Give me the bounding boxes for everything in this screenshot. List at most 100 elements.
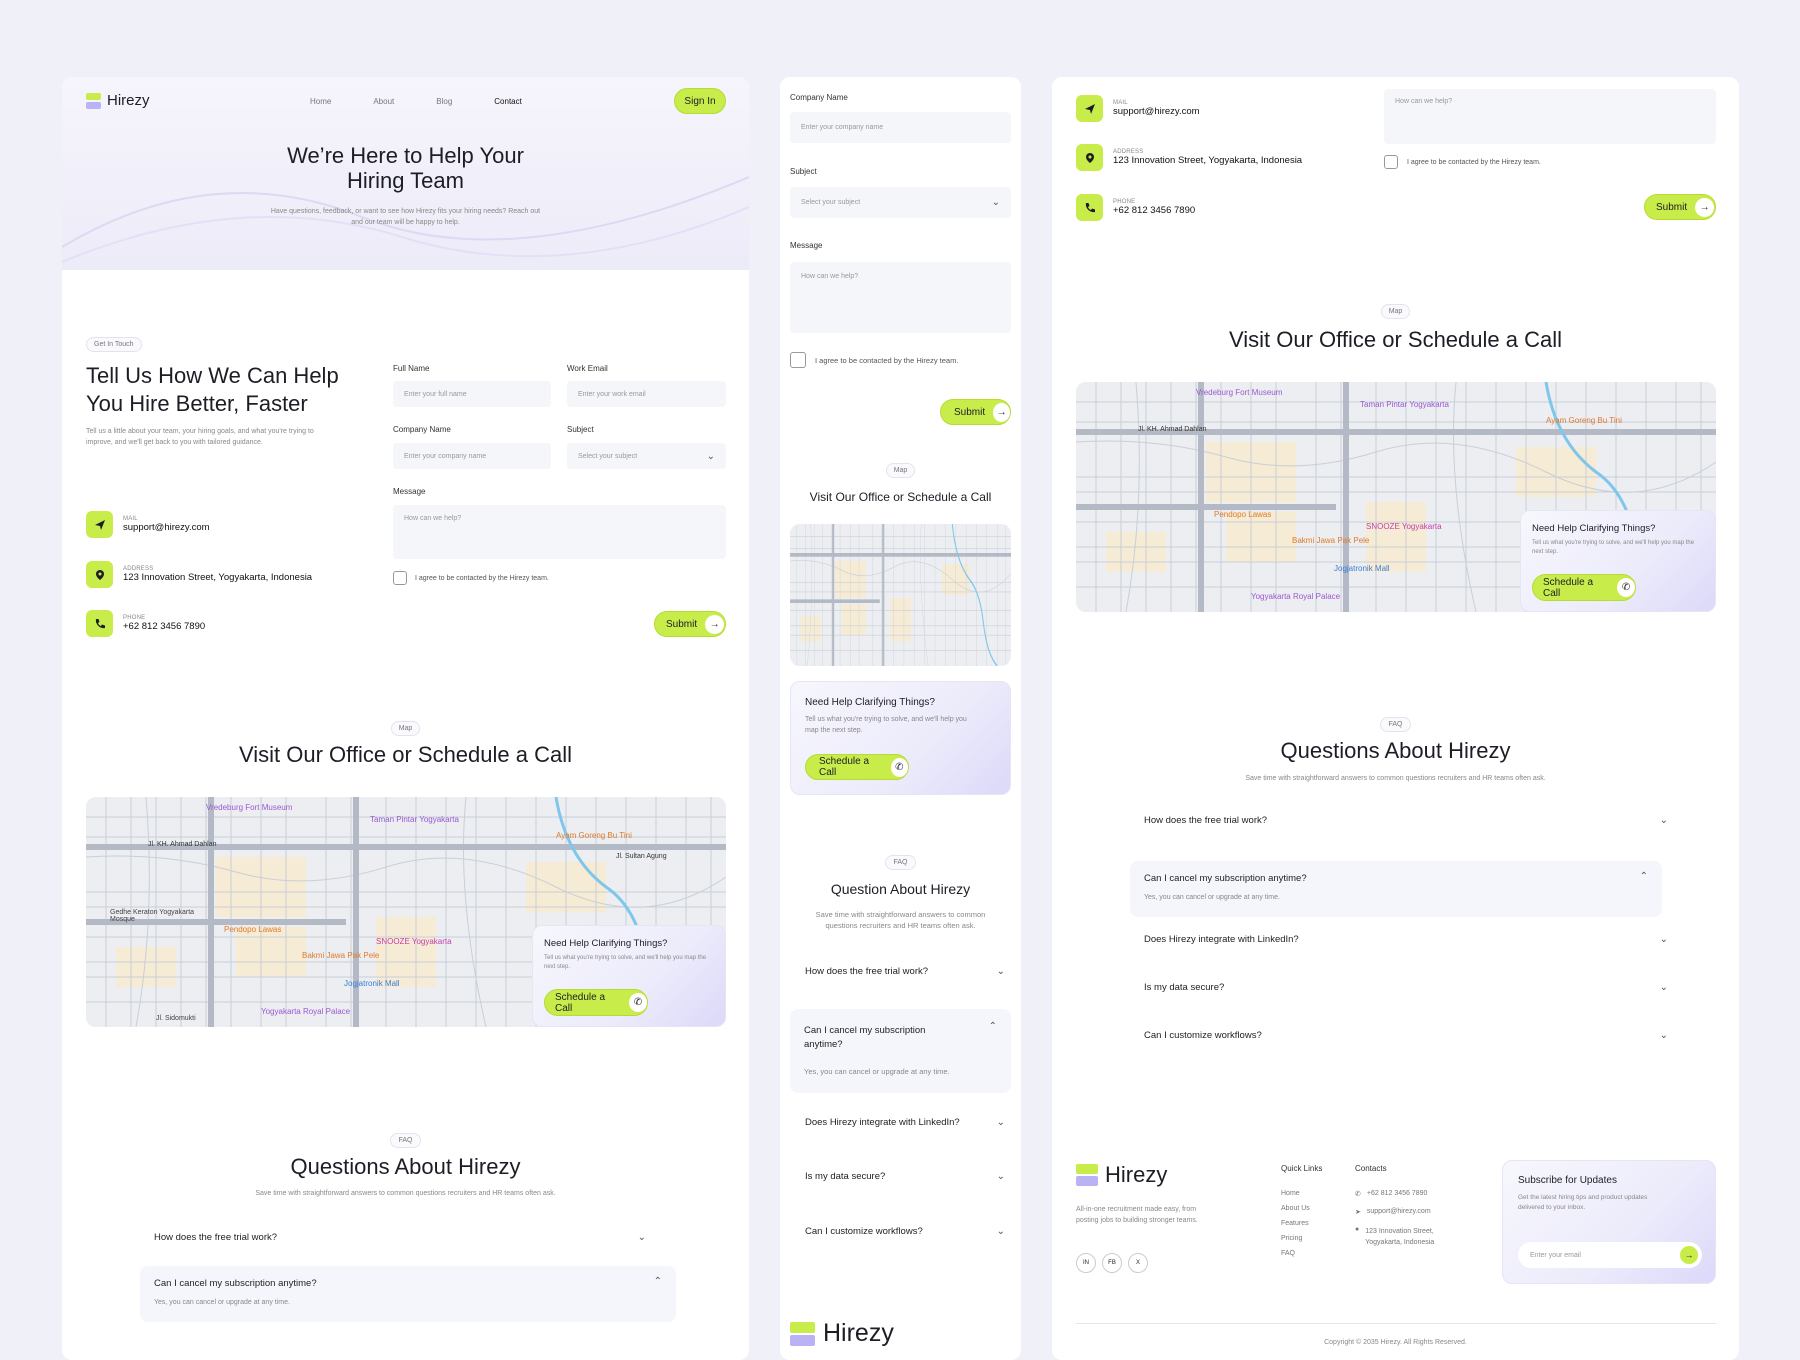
help-title: Need Help Clarifying Things? [805, 697, 935, 708]
help-desc-line2: map the next step. [805, 726, 863, 734]
map-place: Pendopo Lawas [1214, 510, 1272, 519]
help-card: Need Help Clarifying Things? Tell us wha… [790, 681, 1011, 795]
brand-name: Hirezy [1105, 1162, 1168, 1187]
social-label: FB [1108, 1260, 1116, 1266]
faq-question: Can I customize workflows? [805, 1226, 923, 1237]
full-name-label: Full Name [393, 364, 430, 373]
footer-link-about[interactable]: About Us [1281, 1205, 1322, 1212]
footer-logo[interactable]: Hirezy [790, 1319, 894, 1348]
chevron-down-icon: ⌄ [996, 1171, 1005, 1182]
mail-info: MAIL support@hirezy.com [86, 511, 210, 538]
submit-button[interactable]: Submit → [940, 399, 1011, 425]
phone-value[interactable]: +62 812 3456 7890 [123, 621, 205, 632]
schedule-call-button[interactable]: Schedule a Call ✆ [1532, 574, 1636, 601]
footer-logo[interactable]: Hirezy [1076, 1162, 1167, 1188]
send-icon [86, 511, 113, 538]
consent-label: I agree to be contacted by the Hirezy te… [815, 355, 959, 365]
linkedin-icon[interactable]: IN [1076, 1253, 1096, 1273]
map-place: Jl. KH. Ahmad Dahlan [1138, 426, 1207, 433]
hero-subtitle-line2: and our team will be happy to help. [351, 218, 460, 226]
consent-label: I agree to be contacted by the Hirezy te… [1407, 158, 1541, 166]
chevron-up-icon: ⌃ [988, 1021, 997, 1032]
footer-email-value[interactable]: support@hirezy.com [1367, 1208, 1431, 1216]
nav-contact[interactable]: Contact [494, 97, 522, 106]
faq-item-expanded[interactable]: Can I cancel my subscription anytime? ⌃ … [1130, 861, 1662, 917]
faq-item-expanded[interactable]: Can I cancel my subscription anytime? ⌃ … [140, 1266, 676, 1322]
message-textarea[interactable]: How can we help? [790, 262, 1011, 333]
faq-badge-wrap: FAQ [62, 1129, 749, 1148]
footer-link-faq[interactable]: FAQ [1281, 1250, 1322, 1257]
office-map[interactable] [790, 524, 1011, 666]
footer-link-pricing[interactable]: Pricing [1281, 1235, 1322, 1242]
mail-value[interactable]: support@hirezy.com [1113, 106, 1200, 117]
message-textarea[interactable]: How can we help? [393, 505, 726, 559]
subject-select[interactable]: Select your subject ⌄ [567, 443, 726, 469]
subject-label: Subject [790, 167, 817, 176]
chevron-up-icon: ⌃ [653, 1276, 662, 1287]
phone-value[interactable]: +62 812 3456 7890 [1113, 205, 1195, 216]
sign-in-button[interactable]: Sign In [674, 88, 726, 114]
consent-row: I agree to be contacted by the Hirezy te… [1384, 155, 1541, 169]
footer-tagline-line1: All-in-one recruitment made easy, from [1076, 1206, 1197, 1213]
map-place: Jl. Sultan Agung [616, 853, 667, 860]
help-desc: Tell us what you're trying to solve, and… [544, 954, 714, 971]
nav-home[interactable]: Home [310, 97, 331, 106]
subscribe-email-input[interactable]: Enter your email → [1518, 1242, 1702, 1268]
nav-blog[interactable]: Blog [436, 97, 452, 106]
faq-item[interactable]: How does the free trial work? ⌄ [1144, 815, 1704, 826]
company-name-input[interactable]: Enter your company name [393, 443, 551, 469]
faq-item[interactable]: Does Hirezy integrate with LinkedIn? ⌄ [805, 1117, 1005, 1128]
faq-item[interactable]: Is my data secure? ⌄ [805, 1171, 1005, 1182]
consent-checkbox[interactable] [790, 352, 806, 368]
faq-question: Is my data secure? [805, 1171, 886, 1182]
faq-answer: Yes, you can cancel or upgrade at any ti… [1144, 894, 1280, 901]
full-name-input[interactable]: Enter your full name [393, 381, 551, 407]
footer-link-home[interactable]: Home [1281, 1190, 1322, 1197]
map-place: Gedhe Keraton Yogyakarta Mosque [110, 909, 195, 923]
faq-item[interactable]: Does Hirezy integrate with LinkedIn? ⌄ [1144, 934, 1704, 945]
submit-button[interactable]: Submit → [1644, 194, 1716, 220]
subscribe-submit-button[interactable]: → [1680, 1246, 1698, 1264]
consent-checkbox[interactable] [1384, 155, 1398, 169]
footer-link-features[interactable]: Features [1281, 1220, 1322, 1227]
location-pin-icon [1076, 144, 1103, 171]
x-icon[interactable]: X [1128, 1253, 1148, 1273]
badge-label: Get In Touch [86, 337, 142, 352]
company-name-input[interactable]: Enter your company name [790, 112, 1011, 143]
help-card: Need Help Clarifying Things? Tell us wha… [1520, 510, 1716, 612]
subject-select[interactable]: Select your subject ⌄ [790, 187, 1011, 218]
map-badge: Map [1380, 304, 1411, 319]
faq-item[interactable]: Can I customize workflows? ⌄ [805, 1226, 1005, 1237]
faq-item-expanded[interactable]: Can I cancel my subscription anytime? ⌃ … [790, 1009, 1011, 1093]
hero-title-line2: Hiring Team [347, 168, 464, 194]
facebook-icon[interactable]: FB [1102, 1253, 1122, 1273]
footer-email: ➤ support@hirezy.com [1355, 1208, 1434, 1216]
header-logo[interactable]: Hirezy [86, 92, 150, 109]
faq-item[interactable]: How does the free trial work? ⌄ [805, 966, 1005, 977]
faq-item[interactable]: How does the free trial work? ⌄ [154, 1223, 726, 1251]
faq-badge-wrap: FAQ [780, 851, 1021, 870]
faq-item[interactable]: Is my data secure? ⌄ [1144, 982, 1704, 993]
nav-about[interactable]: About [373, 97, 394, 106]
mail-info: MAIL support@hirezy.com [1076, 95, 1200, 122]
faq-question: How does the free trial work? [805, 966, 929, 977]
quick-links-title: Quick Links [1281, 1164, 1323, 1173]
schedule-call-button[interactable]: Schedule a Call ✆ [805, 754, 909, 780]
submit-button[interactable]: Submit → [654, 611, 726, 637]
help-desc: Tell us what you're trying to solve, and… [1532, 539, 1704, 556]
consent-row: I agree to be contacted by the Hirezy te… [393, 571, 549, 585]
map-title: Visit Our Office or Schedule a Call [238, 742, 572, 767]
work-email-input[interactable]: Enter your work email [567, 381, 726, 407]
mail-value[interactable]: support@hirezy.com [123, 522, 210, 533]
message-textarea[interactable]: How can we help? [1384, 89, 1716, 144]
faq-badge-wrap: FAQ [1052, 713, 1739, 732]
faq-question: Can I cancel my subscription anytime? [1144, 873, 1307, 884]
footer-phone-value[interactable]: +62 812 3456 7890 [1367, 1190, 1428, 1198]
faq-item[interactable]: Can I customize workflows? ⌄ [1144, 1030, 1704, 1041]
send-icon: ➤ [1355, 1209, 1361, 1216]
subject-placeholder: Select your subject [578, 452, 638, 460]
consent-checkbox[interactable] [393, 571, 407, 585]
get-in-touch-badge: Get In Touch [86, 333, 142, 352]
footer-address-line2: Yogyakarta, Indonesia [1365, 1239, 1435, 1247]
schedule-call-button[interactable]: Schedule a Call ✆ [544, 989, 648, 1016]
